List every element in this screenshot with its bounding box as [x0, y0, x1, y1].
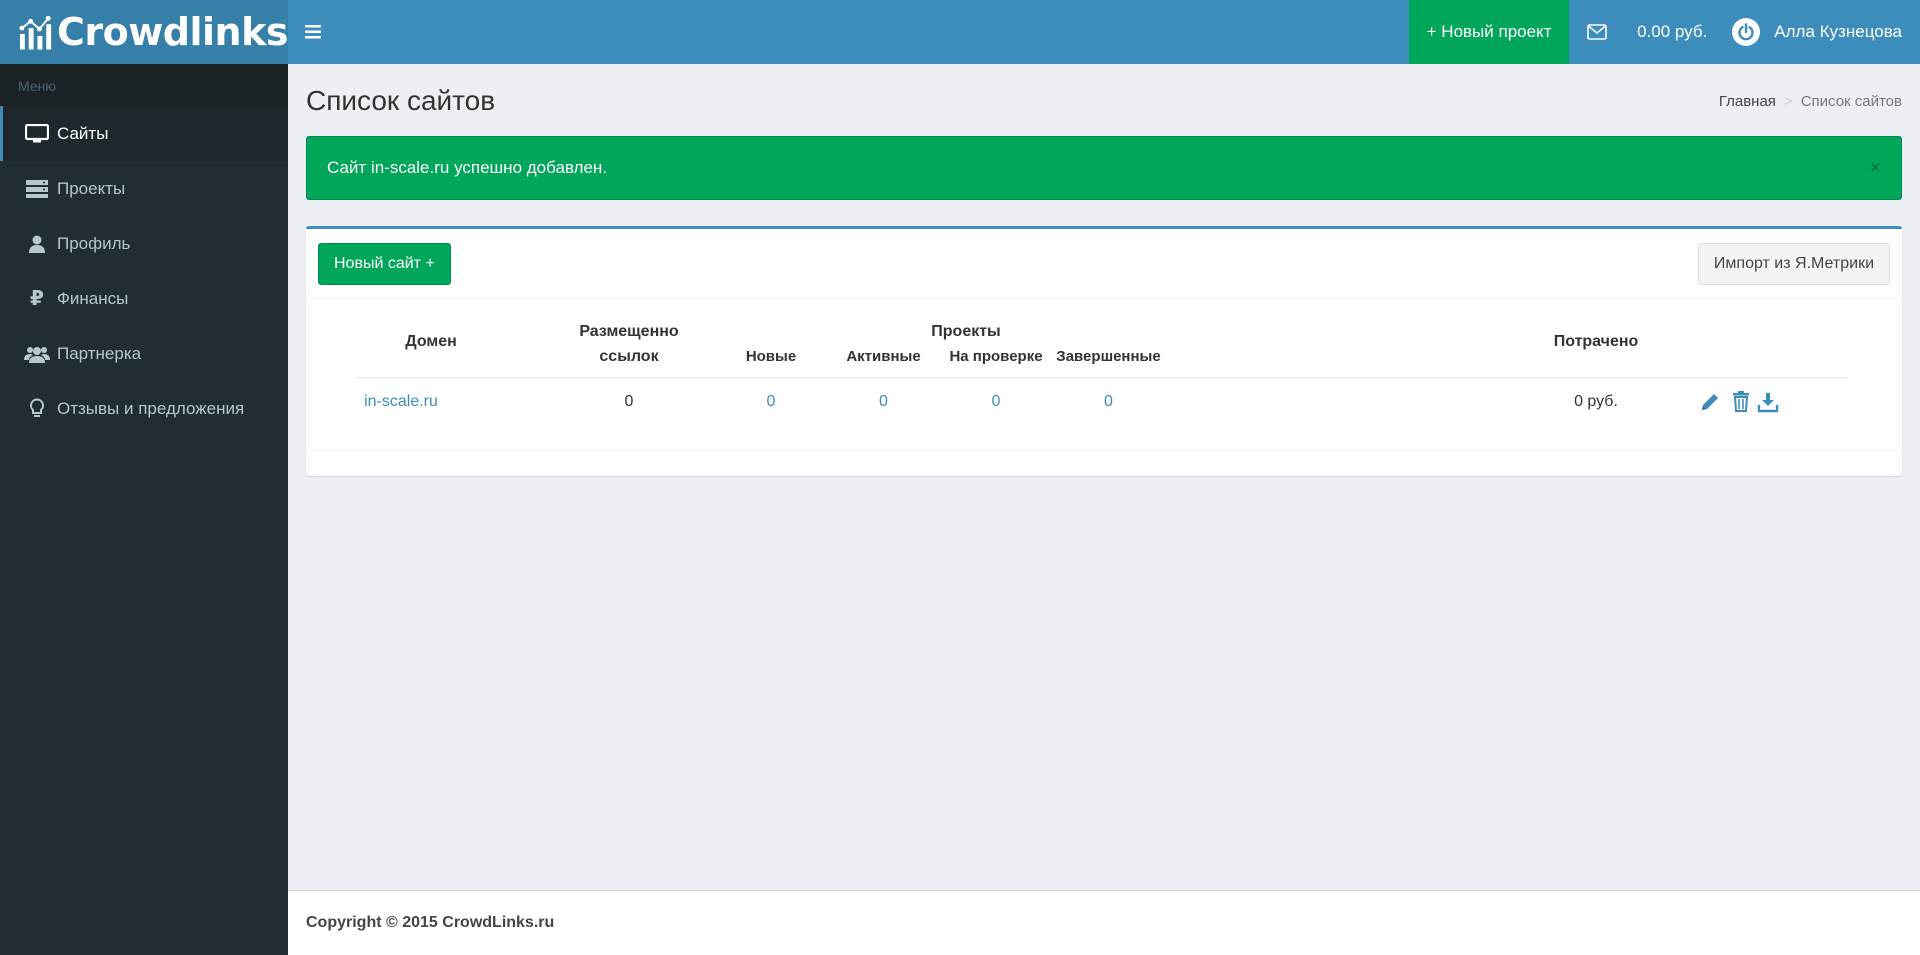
alert-message: Сайт in-scale.ru успешно добавлен.	[327, 158, 608, 177]
row-active-link[interactable]: 0	[826, 393, 941, 411]
messages-button[interactable]	[1569, 0, 1625, 64]
logo[interactable]: Crowdlinks	[0, 0, 289, 64]
alert-close-button[interactable]: ×	[1869, 157, 1881, 180]
header-review: На проверке	[949, 348, 1043, 365]
top-navbar: Crowdlinks + Новый проект 0.00 руб. Алла…	[0, 0, 1920, 64]
user-name: Алла Кузнецова	[1774, 22, 1902, 41]
server-icon	[23, 178, 51, 200]
breadcrumb: Главная > Список сайтов	[1718, 92, 1902, 110]
import-metrika-button[interactable]: Импорт из Я.Метрики	[1697, 242, 1890, 285]
header-placed: Размещенно ссылок	[579, 323, 679, 365]
edit-pencil-icon[interactable]	[1699, 391, 1721, 413]
row-domain-link[interactable]: in-scale.ru	[356, 393, 446, 411]
success-alert: Сайт in-scale.ru успешно добавлен. ×	[306, 136, 1902, 200]
new-site-button[interactable]: Новый сайт +	[318, 242, 451, 285]
sidebar-item-label: Отзывы и предложения	[57, 398, 245, 418]
hamburger-icon	[305, 25, 321, 39]
header-spent: Потрачено	[1553, 333, 1639, 350]
sidebar-item-label: Сайты	[57, 123, 109, 143]
desktop-icon	[23, 123, 51, 145]
box-header: Новый сайт + Импорт из Я.Метрики	[306, 229, 1902, 299]
header-domain: Домен	[405, 333, 457, 350]
sidebar-header: Меню	[0, 64, 288, 106]
sidebar-item-partners[interactable]: Партнерка	[0, 326, 288, 381]
user-menu[interactable]: Алла Кузнецова	[1732, 0, 1920, 64]
delete-trash-icon[interactable]	[1730, 390, 1752, 412]
row-done-link[interactable]: 0	[1051, 393, 1166, 411]
header-divider	[356, 377, 1848, 379]
copyright-text: Copyright © 2015 CrowdLinks.ru	[306, 914, 555, 931]
page-title: Список сайтов	[306, 85, 496, 116]
sidebar-item-sites[interactable]: Сайты	[0, 106, 288, 161]
sidebar-item-label: Финансы	[57, 288, 129, 308]
header-done: Завершенные	[1056, 348, 1161, 365]
download-icon[interactable]	[1757, 391, 1779, 413]
logo-text: Crowdlinks	[56, 10, 289, 54]
envelope-icon	[1587, 24, 1607, 40]
ruble-icon: ₽	[30, 288, 44, 310]
sidebar: Меню Сайты Проекты Профиль ₽ Финансы Пар…	[0, 64, 288, 955]
row-placed: 0	[624, 393, 634, 410]
row-spent: 0 руб.	[1574, 393, 1618, 410]
breadcrumb-home-link[interactable]: Главная	[1719, 93, 1776, 110]
lightbulb-icon	[23, 397, 51, 420]
sidebar-item-finance[interactable]: ₽ Финансы	[0, 271, 288, 326]
new-project-button[interactable]: + Новый проект	[1409, 0, 1570, 64]
main-content: Список сайтов Главная > Список сайтов Сайт…	[288, 64, 1920, 890]
logo-chart-icon	[19, 15, 52, 50]
power-icon	[1732, 18, 1761, 46]
header-new: Новые	[745, 348, 797, 365]
row-review-link[interactable]: 0	[941, 393, 1051, 411]
sidebar-item-feedback[interactable]: Отзывы и предложения	[0, 381, 288, 436]
sidebar-item-label: Профиль	[57, 233, 131, 253]
sidebar-item-label: Партнерка	[57, 343, 142, 363]
users-icon	[23, 343, 51, 365]
page-footer: Copyright © 2015 CrowdLinks.ru	[288, 890, 1920, 955]
balance-link[interactable]: 0.00 руб.	[1625, 0, 1732, 64]
box-footer	[306, 450, 1902, 476]
header-active: Активные	[846, 348, 921, 365]
row-new-link[interactable]: 0	[716, 393, 826, 411]
sidebar-item-label: Проекты	[57, 178, 126, 198]
user-icon	[23, 233, 51, 255]
header-projects: Проекты	[931, 323, 1001, 340]
sites-box: Новый сайт + Импорт из Я.Метрики Домен Р…	[306, 226, 1902, 476]
sidebar-item-projects[interactable]: Проекты	[0, 161, 288, 216]
breadcrumb-current: Список сайтов	[1800, 92, 1902, 110]
content-header: Список сайтов Главная > Список сайтов	[306, 82, 1902, 120]
sidebar-item-profile[interactable]: Профиль	[0, 216, 288, 271]
sidebar-toggle-button[interactable]	[288, 0, 338, 64]
